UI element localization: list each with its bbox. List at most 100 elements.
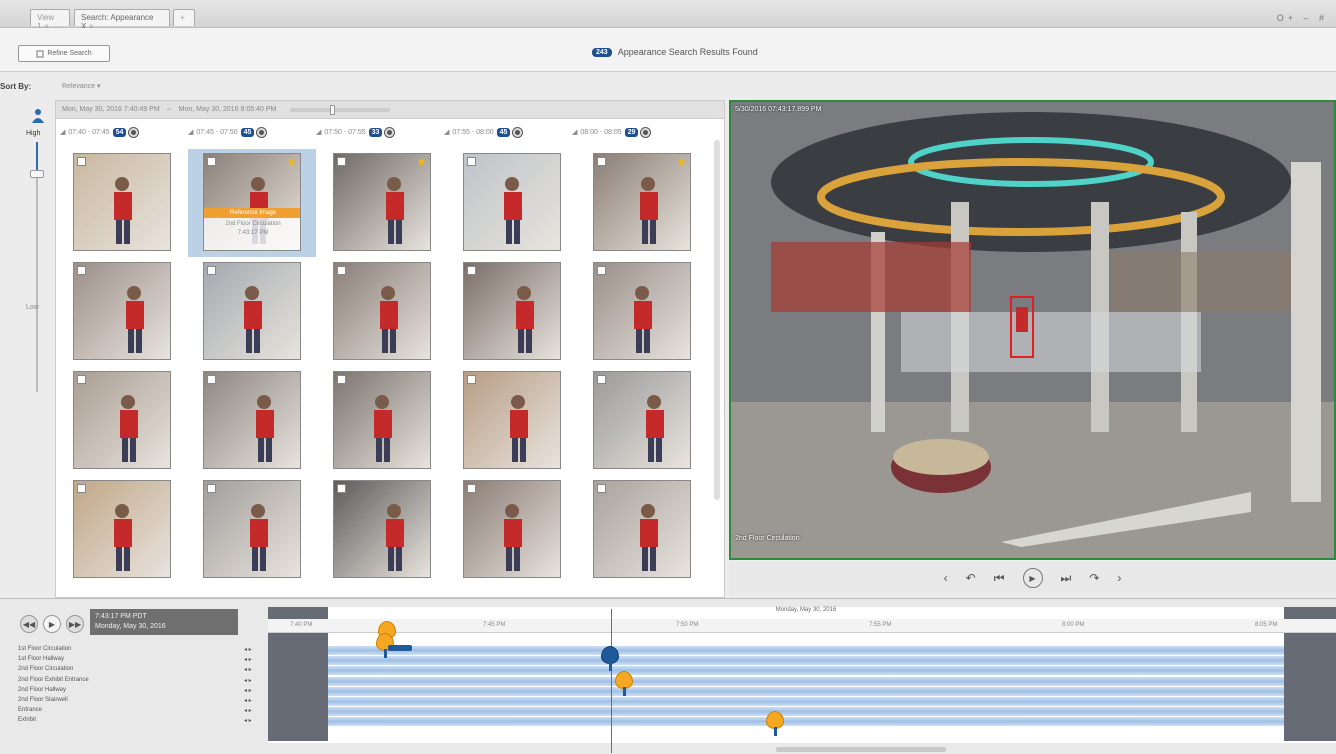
select-checkbox[interactable] (597, 484, 606, 493)
result-thumbnail[interactable]: ★ (333, 153, 431, 251)
camera-row-label[interactable]: 2nd Floor Circulation (18, 666, 73, 672)
select-checkbox[interactable] (467, 375, 476, 384)
select-checkbox[interactable] (337, 266, 346, 275)
camera-band[interactable] (328, 686, 1284, 696)
result-thumbnail[interactable] (463, 480, 561, 578)
skip-back-icon[interactable]: ⏮ (994, 571, 1005, 586)
result-thumbnail[interactable] (73, 480, 171, 578)
timeline-scrollbar[interactable] (776, 747, 946, 752)
star-icon[interactable]: ★ (416, 155, 427, 169)
next-icon[interactable]: › (1117, 571, 1121, 585)
result-thumbnail[interactable] (463, 153, 561, 251)
row-arrows-icon[interactable]: ◂ ▸ (244, 707, 252, 714)
time-group[interactable]: ◢ 07:55 - 08:00 45 (444, 127, 572, 137)
select-checkbox[interactable] (77, 157, 86, 166)
result-thumbnail[interactable] (333, 262, 431, 360)
timeline-play-button[interactable]: ▶ (43, 615, 61, 633)
event-segment[interactable] (388, 645, 412, 651)
gear-icon[interactable] (257, 127, 267, 137)
result-thumbnail[interactable] (593, 262, 691, 360)
result-thumbnail[interactable] (333, 371, 431, 469)
result-thumbnail[interactable]: ★ (593, 153, 691, 251)
result-thumbnail[interactable] (73, 371, 171, 469)
select-checkbox[interactable] (207, 484, 216, 493)
play-icon[interactable]: ▶ (1022, 568, 1043, 588)
select-checkbox[interactable] (337, 157, 346, 166)
gear-icon[interactable] (641, 127, 651, 137)
select-checkbox[interactable] (597, 375, 606, 384)
result-thumbnail[interactable] (463, 371, 561, 469)
gear-icon[interactable] (513, 127, 523, 137)
select-checkbox[interactable] (337, 375, 346, 384)
window-controls[interactable]: O+ – # (1277, 13, 1328, 23)
skip-forward-icon[interactable]: ⏭ (1061, 571, 1072, 586)
tab-view-1[interactable]: View 1x (30, 9, 70, 31)
previous-icon[interactable]: ‹ (944, 571, 948, 585)
refine-search-button[interactable]: Refine Search (18, 45, 110, 62)
time-group[interactable]: ◢ 07:40 - 07:45 54 (60, 127, 188, 137)
timeline-back-button[interactable]: ◀◀ (20, 615, 38, 633)
confidence-slider[interactable]: High Low (22, 104, 54, 594)
date-range-handle[interactable] (330, 104, 336, 115)
row-arrows-icon[interactable]: ◂ ▸ (244, 666, 252, 673)
star-icon[interactable]: ★ (676, 155, 687, 169)
timeline-forward-button[interactable]: ▶▶ (66, 615, 84, 633)
timeline-playhead[interactable] (611, 609, 612, 753)
select-checkbox[interactable] (597, 266, 606, 275)
select-checkbox[interactable] (597, 157, 606, 166)
sort-dropdown[interactable]: Relevance ▾ (62, 82, 101, 90)
video-player[interactable]: 5/30/2016 07:43:17.899 PM 2nd Floor Circ… (729, 100, 1336, 560)
rewind-icon[interactable]: ↶ (966, 571, 976, 585)
result-thumbnail[interactable] (593, 480, 691, 578)
select-checkbox[interactable] (77, 484, 86, 493)
result-thumbnail[interactable] (203, 371, 301, 469)
select-checkbox[interactable] (77, 266, 86, 275)
star-icon[interactable]: ★ (286, 155, 297, 169)
select-checkbox[interactable] (207, 157, 216, 166)
row-arrows-icon[interactable]: ◂ ▸ (244, 697, 252, 704)
camera-band[interactable] (328, 656, 1284, 666)
camera-row-label[interactable]: Exhibit (18, 717, 36, 723)
camera-row-label[interactable]: 1st Floor Circulation (18, 646, 71, 652)
row-arrows-icon[interactable]: ◂ ▸ (244, 656, 252, 663)
camera-row-label[interactable]: 2nd Floor Stairwell (18, 697, 68, 703)
select-checkbox[interactable] (207, 266, 216, 275)
camera-row-label[interactable]: Entrance (18, 707, 42, 713)
row-arrows-icon[interactable]: ◂ ▸ (244, 717, 252, 724)
camera-band[interactable] (328, 666, 1284, 676)
results-scrollbar[interactable] (714, 140, 720, 500)
result-thumbnail[interactable]: ★ Reference Image 2nd Floor Circulation 7:4… (203, 153, 301, 251)
time-group[interactable]: ◢ 08:00 - 08:05 29 (572, 127, 700, 137)
camera-band[interactable] (328, 676, 1284, 686)
confidence-track[interactable] (36, 142, 38, 392)
result-thumbnail[interactable] (463, 262, 561, 360)
forward-icon[interactable]: ↷ (1089, 571, 1099, 585)
camera-band[interactable] (328, 717, 1284, 727)
select-checkbox[interactable] (467, 484, 476, 493)
date-range-slider[interactable] (290, 104, 391, 115)
select-checkbox[interactable] (77, 375, 86, 384)
camera-band[interactable] (328, 707, 1284, 717)
result-thumbnail[interactable] (203, 262, 301, 360)
confidence-knob[interactable] (30, 170, 44, 178)
select-checkbox[interactable] (337, 484, 346, 493)
result-thumbnail[interactable] (73, 153, 171, 251)
tab-search-appearance[interactable]: Search: Appearance Xx (74, 9, 170, 31)
camera-band[interactable] (328, 646, 1284, 655)
gear-icon[interactable] (385, 127, 395, 137)
gear-icon[interactable] (129, 127, 139, 137)
new-tab-button[interactable]: + (173, 9, 195, 26)
camera-row-label[interactable]: 2nd Floor Hallway (18, 687, 66, 693)
camera-row-label[interactable]: 1st Floor Hallway (18, 656, 64, 662)
result-thumbnail[interactable] (73, 262, 171, 360)
time-group[interactable]: ◢ 07:45 - 07:50 45 (188, 127, 316, 137)
time-group[interactable]: ◢ 07:50 - 07:55 33 (316, 127, 444, 137)
row-arrows-icon[interactable]: ◂ ▸ (244, 677, 252, 684)
select-checkbox[interactable] (467, 266, 476, 275)
result-thumbnail[interactable] (203, 480, 301, 578)
select-checkbox[interactable] (207, 375, 216, 384)
camera-band[interactable] (328, 697, 1284, 706)
result-thumbnail[interactable] (593, 371, 691, 469)
row-arrows-icon[interactable]: ◂ ▸ (244, 646, 252, 653)
select-checkbox[interactable] (467, 157, 476, 166)
